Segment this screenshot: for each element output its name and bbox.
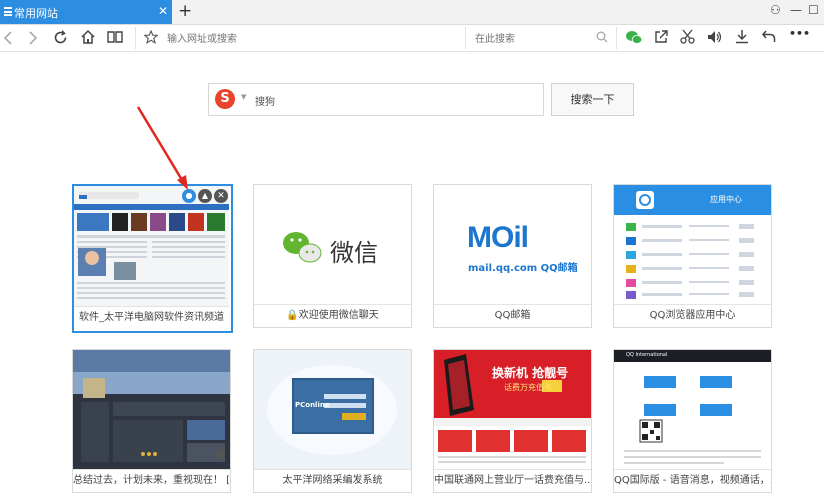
site-thumbnail: 应用中心	[614, 185, 771, 304]
lock-alt-icon[interactable]: ▲	[198, 189, 212, 203]
site-tile-pconline-software[interactable]: ● ▲ ✕ 软件_太平洋电脑网软件资讯频道	[72, 184, 233, 333]
site-tile-unicom[interactable]: 换新机 抢靓号 话费万充值卡 中国联通网上营业厅一话费充值与...	[433, 349, 592, 493]
site-thumbnail: QQ International	[614, 350, 771, 469]
tile-caption: 太平洋网络采编发系统	[254, 469, 411, 492]
appcenter-title: 应用中心	[710, 195, 742, 204]
scissors-icon[interactable]	[680, 29, 695, 44]
sogou-logo[interactable]: S	[215, 89, 235, 109]
qqmail-logo: MOil	[467, 221, 529, 254]
pconline-logo: PConline	[295, 401, 330, 409]
site-tile-pconline-cms[interactable]: PConline 太平洋网络采编发系统	[253, 349, 412, 493]
unicom-ad-headline: 换新机 抢靓号	[492, 366, 569, 380]
site-thumbnail	[73, 350, 230, 469]
undo-icon[interactable]	[762, 30, 776, 43]
tile-caption: QQ邮箱	[434, 304, 591, 327]
reading-mode-icon[interactable]	[107, 30, 123, 44]
site-thumbnail: PConline	[254, 350, 411, 469]
search-button[interactable]: 搜索一下	[551, 83, 634, 116]
tile-caption: 🔒欢迎使用微信聊天	[254, 304, 411, 327]
tab-common-sites[interactable]: 常用网站 ✕	[0, 0, 172, 24]
maximize-button[interactable]: ☐	[808, 3, 819, 17]
tile-caption-text: 欢迎使用微信聊天	[298, 310, 379, 321]
site-tile-wechat[interactable]: 微信 🔒欢迎使用微信聊天	[253, 184, 412, 328]
address-bar[interactable]	[165, 29, 459, 49]
minimize-button[interactable]: —	[790, 3, 802, 17]
open-external-icon[interactable]	[654, 30, 668, 44]
site-thumbnail: MOil mail.qq.com QQ邮箱	[434, 185, 591, 304]
tile-caption: QQ国际版 - 语音消息，视频通话，...	[614, 469, 771, 492]
new-tab-button[interactable]: +	[178, 1, 192, 21]
tile-caption: QQ浏览器应用中心	[614, 304, 771, 327]
refresh-icon[interactable]	[53, 30, 68, 45]
site-tile-appcenter[interactable]: 应用中心 QQ浏览器应用中心	[613, 184, 772, 328]
download-icon[interactable]	[735, 29, 749, 44]
tile-caption: 总结过去，计划未来，重视现在！ [...	[73, 469, 230, 492]
site-thumbnail: 微信	[254, 185, 411, 304]
favorite-star-icon[interactable]	[144, 30, 158, 44]
user-icon[interactable]: ⚇	[770, 3, 781, 17]
site-tile-blog[interactable]: 总结过去，计划未来，重视现在！ [...	[72, 349, 231, 493]
site-thumbnail: 换新机 抢靓号 话费万充值卡	[434, 350, 591, 469]
chevron-down-icon[interactable]: ▼	[241, 93, 246, 101]
qq-intl-title: QQ International	[626, 352, 668, 358]
search-input[interactable]	[253, 90, 537, 110]
lock-icon[interactable]: ●	[182, 189, 196, 203]
toolbar: •••	[0, 25, 824, 52]
volume-icon[interactable]	[707, 30, 722, 44]
back-icon[interactable]	[3, 31, 13, 45]
search-icon[interactable]	[596, 31, 608, 43]
search-box: S ▼	[208, 83, 544, 116]
qqmail-url: mail.qq.com QQ邮箱	[468, 263, 578, 274]
site-tile-qqmail[interactable]: MOil mail.qq.com QQ邮箱 QQ邮箱	[433, 184, 592, 328]
site-tile-qq-intl[interactable]: QQ International QQ国际版 - 语音消息，视频通话，...	[613, 349, 772, 493]
toolbar-search-input[interactable]	[473, 29, 587, 49]
site-thumbnail	[74, 186, 229, 306]
close-icon[interactable]: ✕	[214, 189, 228, 203]
home-icon[interactable]	[80, 29, 96, 45]
tile-caption: 软件_太平洋电脑网软件资讯频道	[74, 306, 229, 330]
tab-title: 常用网站	[14, 7, 58, 20]
wechat-wordmark: 微信	[330, 239, 378, 267]
unicom-ad-subline: 话费万充值卡	[504, 383, 552, 392]
tab-bar: 常用网站 ✕ + ⚇ — ☐	[0, 0, 824, 25]
lock-icon: 🔒	[286, 310, 299, 321]
tile-caption: 中国联通网上营业厅一话费充值与...	[434, 469, 591, 492]
close-icon[interactable]: ✕	[158, 4, 168, 18]
more-menu-button[interactable]: •••	[789, 27, 810, 40]
list-icon	[4, 7, 12, 16]
wechat-icon[interactable]	[626, 30, 642, 45]
forward-icon[interactable]	[28, 31, 38, 45]
